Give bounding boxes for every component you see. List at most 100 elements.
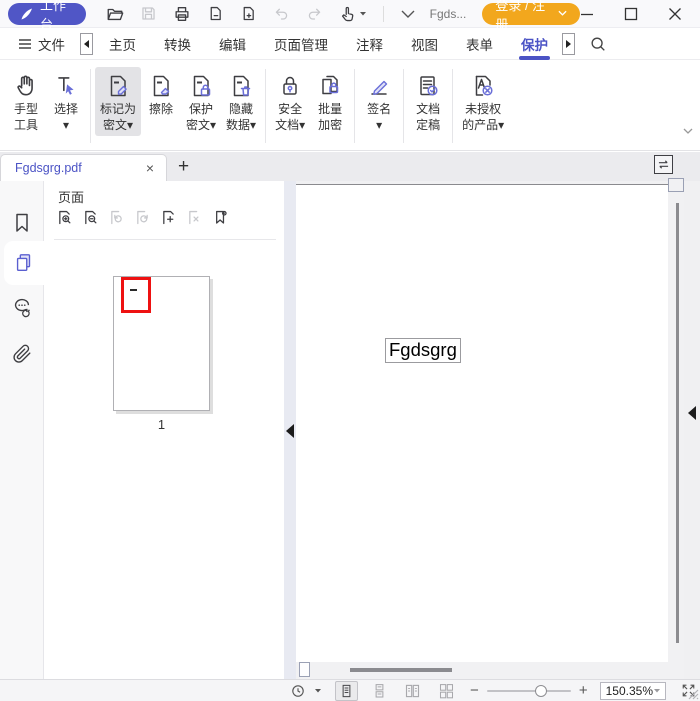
close-button[interactable] [668,7,682,21]
scrollbar-top-box[interactable] [668,178,684,192]
page-add-icon[interactable] [240,5,257,22]
menu-tab-convert[interactable]: 转换 [164,29,191,60]
workspace-button[interactable]: 工作台 [8,3,86,25]
zoom-slider[interactable] [487,684,571,698]
open-folder-icon[interactable] [106,5,124,23]
unauthorized-products-button[interactable]: 未授权 的产品▾ [457,67,509,136]
left-triangle-icon [84,40,89,48]
resize-grip[interactable] [686,687,699,700]
zoom-slider-track[interactable] [487,690,571,693]
zoom-out-button[interactable]: − [466,683,483,699]
select-cursor-icon [53,71,79,101]
attachments-panel-button[interactable] [0,334,44,374]
thumbnail-zoom-out-icon[interactable] [82,209,99,226]
titlebar: 工作台 Fgds... 登录 / 注册 [0,0,700,28]
maximize-button[interactable] [624,7,638,21]
delete-page-icon[interactable] [186,209,203,226]
menu-tab-protect[interactable]: 保护 [521,29,548,60]
expand-right-panel-arrow[interactable] [688,406,696,420]
document-redaction-text[interactable]: Fgdsgrg [385,338,461,363]
vertical-scroll-thumb[interactable] [676,203,679,643]
chevron-down-icon [558,10,567,17]
collapse-panel-arrow[interactable] [286,424,294,438]
save-icon[interactable] [140,5,157,22]
document-tab[interactable]: Fgdsgrg.pdf × [0,154,167,181]
menu-tab-edit[interactable]: 编辑 [219,29,246,60]
bookmarks-panel-button[interactable] [0,203,44,243]
menu-tab-home[interactable]: 主页 [109,29,136,60]
pdf-editor-window: 工作台 Fgds... 登录 / 注册 文件 [0,0,700,701]
menu-scroll-left-button[interactable] [80,33,93,55]
chat-bubbles-icon [11,296,33,318]
pen-icon [20,7,34,21]
horizontal-scroll-thumb[interactable] [350,668,452,672]
protect-redaction-button[interactable]: 保护 密文▾ [181,67,221,136]
menu-tab-page-management[interactable]: 页面管理 [274,29,328,60]
rotate-left-icon[interactable] [108,209,125,226]
hand-pointer-icon[interactable] [339,5,367,22]
hamburger-icon [18,38,32,50]
redo-icon[interactable] [306,5,323,22]
print-icon[interactable] [173,5,191,23]
zoom-level-combobox[interactable]: 150.35% [600,682,666,700]
insert-page-icon[interactable] [160,209,177,226]
thumbnail-zoom-in-icon[interactable] [56,209,73,226]
batch-encrypt-button[interactable]: 批量 加密 [310,67,350,136]
menu-file[interactable]: 文件 [18,34,65,54]
hidden-data-button[interactable]: 隐藏 数据▾ [221,67,261,136]
swap-arrows-icon [657,159,670,170]
page-thumbnail[interactable] [113,276,210,411]
single-page-view-button[interactable] [335,681,358,701]
toolbar-separator [452,69,453,143]
swap-view-button[interactable] [654,155,673,174]
search-icon[interactable] [589,35,607,53]
right-panel-strip [684,181,700,679]
toolbar-separator [403,69,404,143]
new-tab-button[interactable]: + [178,157,189,177]
vertical-scrollbar[interactable] [668,181,684,679]
page-options-icon[interactable] [212,209,229,226]
tab-close-icon[interactable]: × [146,160,154,176]
ribbon-scroll-icon[interactable] [682,127,694,136]
pages-panel-button[interactable] [4,241,44,285]
signature-pen-icon [366,71,392,101]
collapse-toolbar-icon[interactable] [400,8,416,20]
rotate-view-icon[interactable] [287,681,309,701]
hand-tool-button[interactable]: 手型 工具 [6,67,46,136]
ribbon-toolbar: 手型 工具 选择 ▾ 标记为 密文▾ 擦除 保护 密文▾ 隐藏 数据▾ [0,61,700,151]
menu-scroll-right-button[interactable] [562,33,575,55]
minimize-button[interactable] [580,7,594,21]
secure-document-button[interactable]: 安全 文档▾ [270,67,310,136]
finalize-document-button[interactable]: 文档 定稿 [408,67,448,136]
login-register-button[interactable]: 登录 / 注册 [482,3,580,25]
undo-icon[interactable] [273,5,290,22]
panel-title: 页面 [58,187,84,206]
sign-button[interactable]: 签名 ▾ [359,67,399,136]
panel-collapse-strip [284,181,296,679]
continuous-view-button[interactable] [369,681,390,701]
menu-tab-comment[interactable]: 注释 [356,29,383,60]
zoom-slider-handle[interactable] [535,685,547,697]
zoom-dropdown-icon [653,688,661,694]
paperclip-icon [11,343,33,365]
comments-panel-button[interactable] [0,287,44,327]
pages-lock-icon [317,71,343,101]
scrollbar-corner-box[interactable] [299,662,310,677]
mark-redaction-button[interactable]: 标记为 密文▾ [95,67,141,136]
workspace-label: 工作台 [40,0,74,33]
page-remove-icon[interactable] [207,5,224,22]
document-check-icon [415,71,441,101]
menu-tab-view[interactable]: 视图 [411,29,438,60]
menu-tab-form[interactable]: 表单 [466,29,493,60]
rotate-view-dropdown-icon[interactable] [311,681,325,701]
horizontal-scrollbar[interactable] [296,662,668,679]
erase-button[interactable]: 擦除 [141,67,181,120]
select-tool-button[interactable]: 选择 ▾ [46,67,86,136]
facing-continuous-view-button[interactable] [435,681,458,701]
pages-panel: 页面 1 [44,181,284,679]
tab-filename: Fgdsgrg.pdf [15,161,82,175]
page-number-label: 1 [113,417,210,432]
rotate-right-icon[interactable] [134,209,151,226]
facing-view-button[interactable] [401,681,424,701]
zoom-in-button[interactable]: + [575,683,592,699]
